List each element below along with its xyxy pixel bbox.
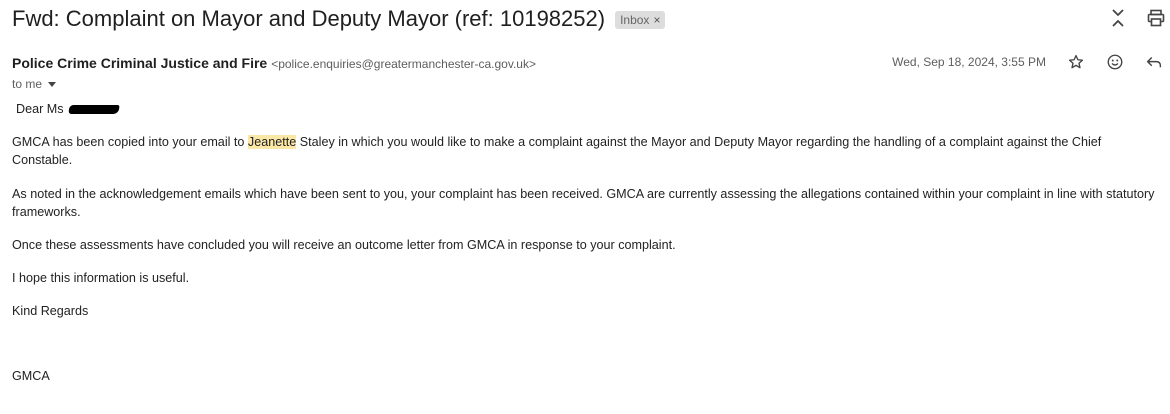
subject-row: Fwd: Complaint on Mayor and Deputy Mayor… (12, 6, 666, 32)
message-date: Wed, Sep 18, 2024, 3:55 PM (892, 55, 1046, 69)
redacted-name (67, 104, 120, 114)
body-paragraph-4: I hope this information is useful. (12, 271, 190, 285)
body-paragraph-3: Once these assessments have concluded yo… (12, 238, 676, 252)
greeting-text: Dear Ms (16, 102, 64, 116)
show-details-chevron-down-icon[interactable] (48, 81, 57, 87)
p1-text-start: GMCA has been copied into your email to (12, 135, 248, 149)
message-body: Dear Ms GMCA has been copied into your e… (12, 100, 1158, 385)
print-icon[interactable] (1146, 8, 1166, 28)
sender-email: <police.enquiries@greatermanchester-ca.g… (271, 57, 536, 71)
body-paragraph-1: GMCA has been copied into your email to … (12, 133, 1158, 169)
remove-label-button[interactable]: × (653, 13, 660, 27)
sender-row: Police Crime Criminal Justice and Fire <… (12, 55, 536, 71)
signature: GMCA (12, 369, 50, 383)
recipient-row: to me (12, 77, 57, 91)
inbox-label-badge[interactable]: Inbox × (615, 10, 666, 29)
collapse-all-icon[interactable] (1108, 8, 1128, 28)
highlighted-name: Jeanette (247, 135, 297, 149)
inbox-label-text: Inbox (620, 12, 650, 27)
closing-line: Kind Regards (12, 304, 89, 318)
message-meta: Wed, Sep 18, 2024, 3:55 PM (892, 52, 1170, 72)
recipient-text: to me (12, 77, 43, 91)
emoji-icon[interactable] (1105, 52, 1125, 72)
greeting-line: Dear Ms (16, 100, 1158, 118)
top-toolbar (1108, 8, 1166, 28)
sender-name[interactable]: Police Crime Criminal Justice and Fire (12, 55, 267, 71)
body-paragraph-2: As noted in the acknowledgement emails w… (12, 187, 1155, 219)
reply-icon[interactable] (1144, 52, 1164, 72)
email-subject: Fwd: Complaint on Mayor and Deputy Mayor… (12, 6, 606, 31)
star-icon[interactable] (1066, 52, 1086, 72)
